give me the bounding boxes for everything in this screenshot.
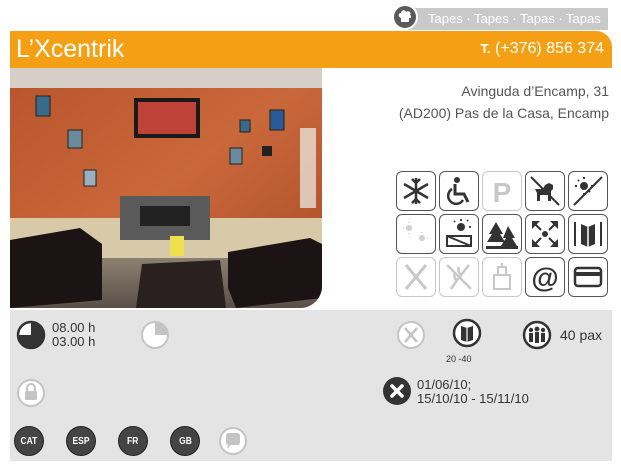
closed-dates-line-1: 01/06/10; bbox=[417, 377, 472, 392]
hours-open: 08.00 h bbox=[52, 320, 96, 335]
menu-icon bbox=[568, 214, 608, 254]
chef-hat-icon bbox=[392, 4, 418, 30]
menu-price-icon bbox=[452, 318, 482, 348]
closed-dates: 01/06/10; 15/10/10 - 15/11/10 bbox=[417, 378, 529, 406]
mountain-views-icon bbox=[482, 214, 522, 254]
phone-value: (+376) 856 374 bbox=[495, 40, 604, 57]
language-esp: ESP bbox=[66, 426, 96, 456]
opening-hours: 08.00 h 03.00 h bbox=[52, 321, 95, 349]
address-line-1: Avinguda d’Encamp, 31 bbox=[461, 83, 609, 99]
language-gb: GB bbox=[170, 426, 200, 456]
capacity-icon bbox=[522, 320, 552, 350]
smoking-area-icon bbox=[568, 171, 608, 211]
closed-dates-line-2: 15/10/10 - 15/11/10 bbox=[417, 391, 529, 406]
language-cat: CAT bbox=[14, 426, 44, 456]
air-conditioning-icon bbox=[396, 171, 436, 211]
svg-text:@: @ bbox=[531, 262, 558, 293]
credit-card-icon bbox=[568, 257, 608, 297]
info-panel: 08.00 h 03.00 h 20 -40 40 pax 01/06/10; … bbox=[10, 310, 612, 461]
wheelchair-access-icon bbox=[439, 171, 479, 211]
menu-price: 20 -40 bbox=[446, 354, 472, 364]
address-block: Avinguda d’Encamp, 31 (AD200) Pas de la … bbox=[399, 80, 609, 124]
phone-prefix: T. bbox=[480, 41, 491, 56]
private-room-icon bbox=[525, 214, 565, 254]
parking-icon: P bbox=[482, 171, 522, 211]
clock-icon bbox=[16, 320, 46, 350]
clock-secondary-icon bbox=[140, 320, 170, 350]
lock-icon bbox=[16, 378, 46, 408]
speech-bubble-icon bbox=[218, 426, 248, 456]
no-service-icon bbox=[396, 257, 436, 297]
sun-terrace-icon bbox=[439, 214, 479, 254]
hours-close: 03.00 h bbox=[52, 334, 96, 349]
amenities-grid: P @ bbox=[396, 171, 610, 297]
header-bar: L’Xcentrik T. (+376) 856 374 bbox=[10, 31, 612, 68]
email-icon: @ bbox=[525, 257, 565, 297]
pets-allowed-icon bbox=[525, 171, 565, 211]
venue-photo bbox=[10, 68, 322, 308]
capacity: 40 pax bbox=[560, 327, 603, 343]
phone-number[interactable]: T. (+376) 856 374 bbox=[480, 40, 604, 58]
category-label: Tapes · Tapes · Tapas · Tapas bbox=[428, 11, 601, 26]
language-fr: FR bbox=[118, 426, 148, 456]
closed-icon bbox=[382, 376, 412, 406]
address-line-2: (AD200) Pas de la Casa, Encamp bbox=[398, 105, 609, 121]
gluten-free-icon bbox=[439, 257, 479, 297]
no-service-circle-icon bbox=[396, 320, 426, 350]
terrace-icon bbox=[396, 214, 436, 254]
category-tab: Tapes · Tapes · Tapas · Tapas bbox=[392, 4, 612, 30]
page-title: L’Xcentrik bbox=[16, 35, 125, 63]
takeaway-icon bbox=[482, 257, 522, 297]
svg-text:P: P bbox=[493, 177, 512, 207]
